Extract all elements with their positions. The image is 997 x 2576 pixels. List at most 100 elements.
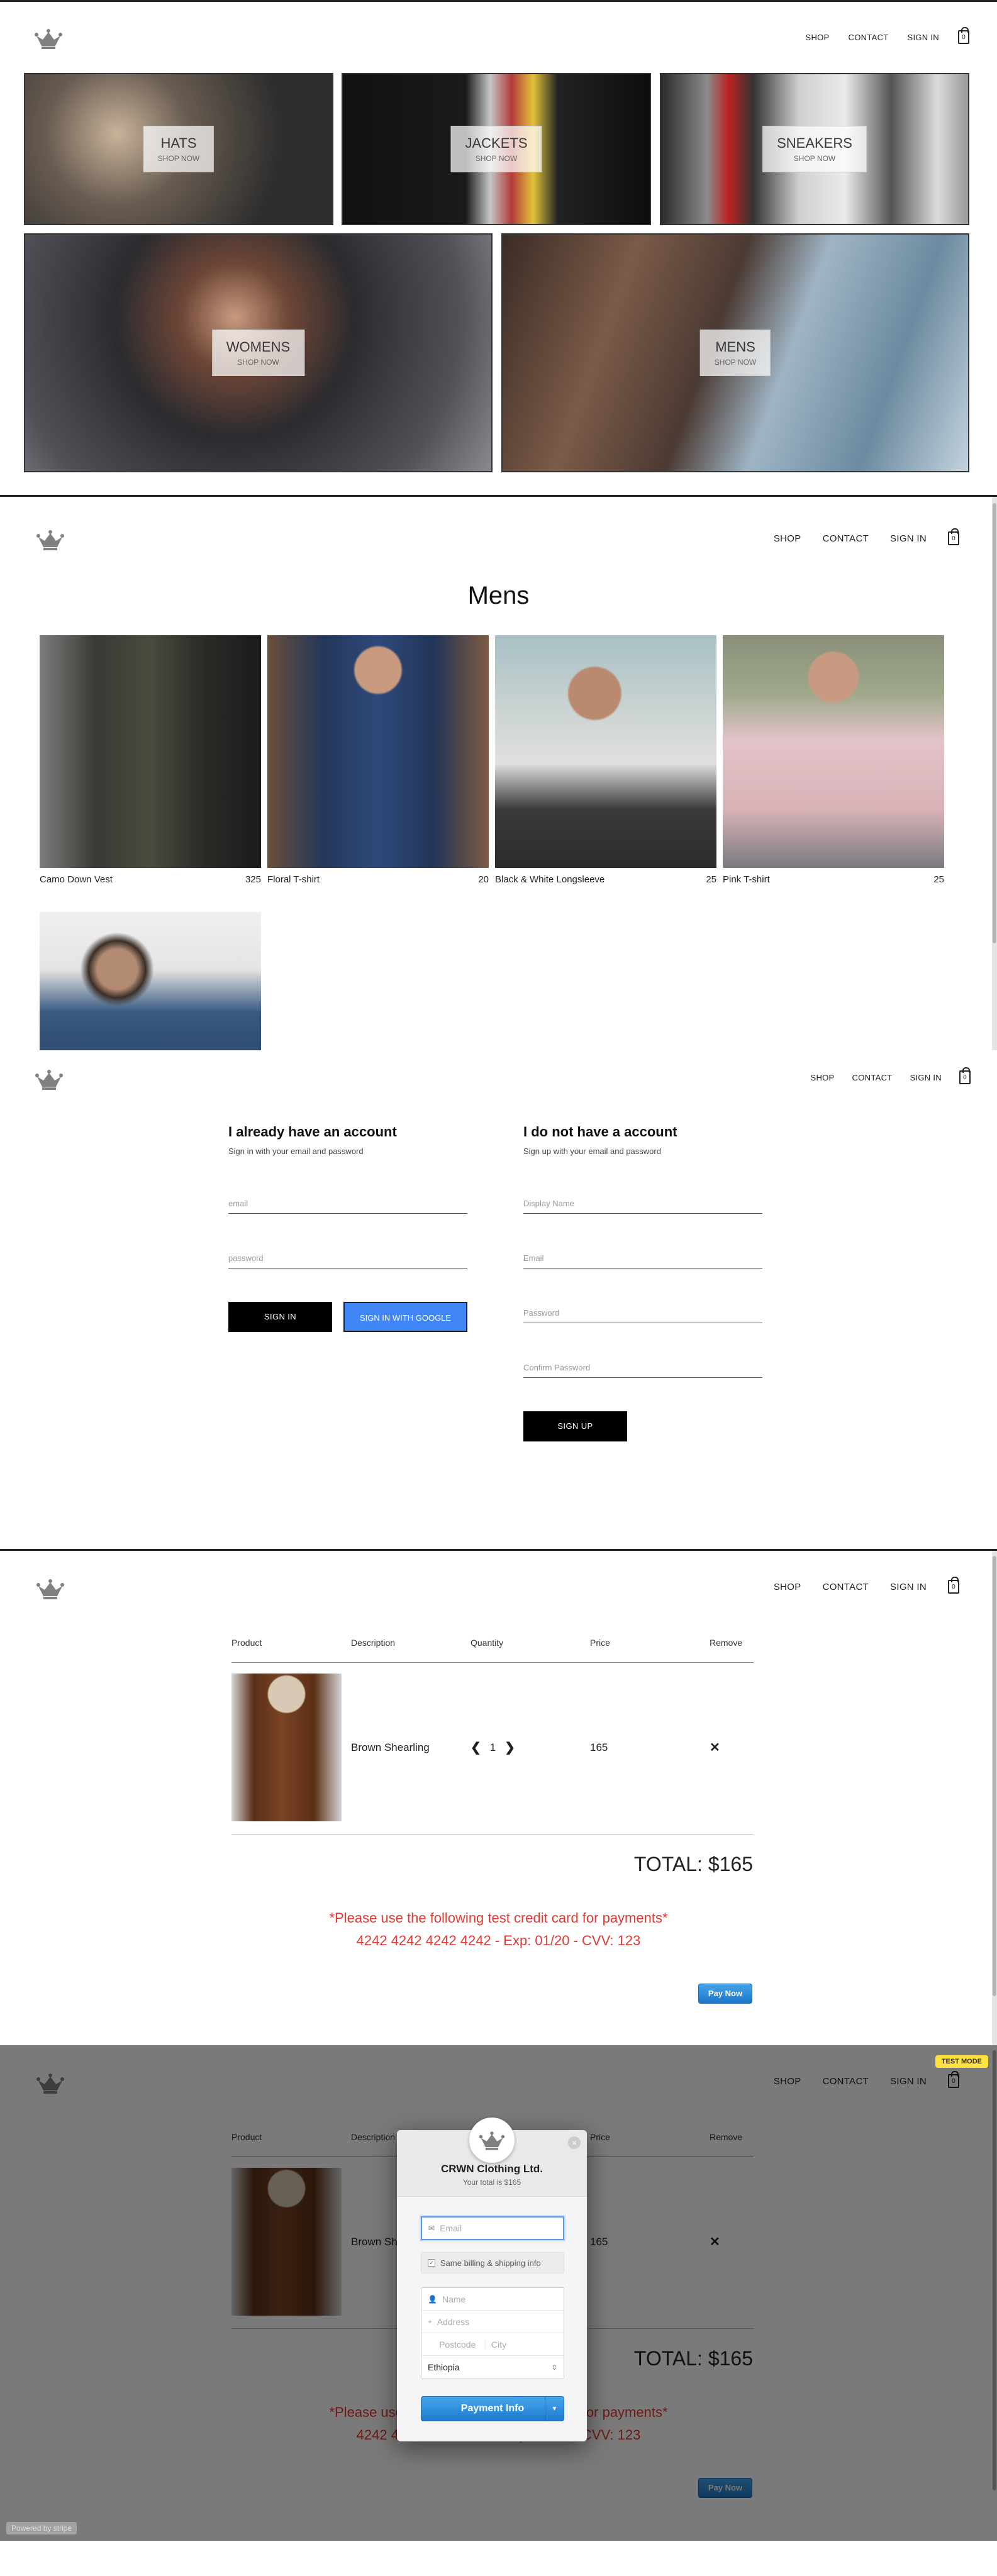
- stripe-city-input[interactable]: City: [491, 2340, 506, 2350]
- nav-signin-link[interactable]: SIGN IN: [890, 1582, 927, 1592]
- nav-contact-link[interactable]: CONTACT: [823, 1582, 869, 1592]
- signup-password-field[interactable]: Password: [523, 1308, 762, 1323]
- test-mode-badge: TEST MODE: [935, 2055, 988, 2068]
- scrollbar[interactable]: [992, 2045, 997, 2541]
- product-meta: Black & White Longsleeve 25: [495, 874, 716, 885]
- directory-tile-mens[interactable]: MENS SHOP NOW: [501, 233, 969, 472]
- product-card[interactable]: Pink T-shirt 25: [723, 635, 944, 885]
- payment-info-label: Payment Info: [460, 2403, 525, 2414]
- scrollbar-thumb[interactable]: [993, 2050, 996, 2490]
- google-signin-button[interactable]: SIGN IN WITH GOOGLE: [343, 1302, 467, 1332]
- item-divider: [231, 1834, 754, 1835]
- crown-logo-icon[interactable]: [35, 527, 66, 552]
- confirm-password-field[interactable]: Confirm Password: [523, 1363, 762, 1378]
- shopping-bag-icon[interactable]: 0: [948, 1577, 959, 1594]
- tile-subtitle: SHOP NOW: [714, 358, 757, 367]
- signup-button[interactable]: SIGN UP: [523, 1411, 627, 1441]
- signin-password-field[interactable]: password: [228, 1253, 467, 1269]
- tile-label: SNEAKERS SHOP NOW: [762, 126, 867, 172]
- remove-icon[interactable]: ✕: [710, 1740, 720, 1755]
- shopping-bag-icon[interactable]: 0: [958, 27, 969, 44]
- product-card[interactable]: Floral T-shirt 20: [267, 635, 489, 885]
- stripe-checkout-screen: SHOP CONTACT SIGN IN 0 Product Descripti…: [0, 2045, 997, 2541]
- directory-tile-womens[interactable]: WOMENS SHOP NOW: [24, 233, 493, 472]
- nav-shop-link[interactable]: SHOP: [810, 1073, 834, 1082]
- signup-heading: I do not have a account: [523, 1124, 677, 1140]
- tile-subtitle: SHOP NOW: [237, 358, 279, 367]
- nav-contact-link[interactable]: CONTACT: [852, 1073, 893, 1082]
- country-select[interactable]: Ethiopia ⇕: [421, 2356, 564, 2379]
- scrollbar-thumb[interactable]: [993, 1556, 996, 1996]
- stripe-modal: × CRWN Clothing Ltd. Your total is $165 …: [397, 2118, 587, 2441]
- product-price: 325: [245, 874, 261, 885]
- user-icon: 👤: [428, 2294, 437, 2304]
- header-nav: SHOP CONTACT SIGN IN 0: [774, 528, 959, 545]
- product-card[interactable]: [40, 912, 261, 1050]
- company-name: CRWN Clothing Ltd.: [440, 2163, 543, 2175]
- stripe-address-input[interactable]: ⌖ Address: [421, 2311, 564, 2333]
- crown-logo-icon[interactable]: [35, 1576, 66, 1601]
- display-name-field[interactable]: Display Name: [523, 1199, 762, 1214]
- nav-contact-link[interactable]: CONTACT: [823, 533, 869, 544]
- nav-signin-link[interactable]: SIGN IN: [890, 533, 927, 544]
- tile-label: JACKETS SHOP NOW: [450, 126, 542, 172]
- product-name: Floral T-shirt: [267, 874, 320, 885]
- header-nav: SHOP CONTACT SIGN IN 0: [805, 27, 969, 44]
- total-subtitle: Your total is $165: [462, 2178, 521, 2187]
- item-quantity: ❮ 1 ❯: [471, 1740, 590, 1755]
- checkout-screen: SHOP CONTACT SIGN IN 0 Product Descripti…: [0, 1551, 997, 2045]
- product-image: [495, 635, 716, 868]
- tile-label: WOMENS SHOP NOW: [211, 330, 305, 376]
- signin-email-field[interactable]: email: [228, 1199, 467, 1214]
- cart-count: 0: [952, 535, 955, 542]
- product-meta: Camo Down Vest 325: [40, 874, 261, 885]
- item-image: [231, 1674, 342, 1821]
- close-icon[interactable]: ×: [568, 2136, 581, 2149]
- nav-signin-link[interactable]: SIGN IN: [910, 1073, 942, 1082]
- scrollbar[interactable]: [992, 497, 997, 1050]
- signup-email-field[interactable]: Email: [523, 1253, 762, 1269]
- item-description: Brown Shearling: [351, 1741, 430, 1753]
- chevron-left-icon[interactable]: ❮: [471, 1740, 481, 1755]
- stripe-email-input[interactable]: ✉ Email: [421, 2216, 564, 2240]
- cart-count: 0: [952, 1584, 955, 1591]
- header-remove: Remove: [710, 1638, 743, 1648]
- product-card[interactable]: Camo Down Vest 325: [40, 635, 261, 885]
- warning-line-1: *Please use the following test credit ca…: [329, 1910, 668, 1926]
- same-billing-checkbox[interactable]: ✓ Same billing & shipping info: [421, 2252, 564, 2273]
- nav-shop-link[interactable]: SHOP: [774, 533, 801, 544]
- scrollbar[interactable]: [992, 1551, 997, 2045]
- product-card[interactable]: Black & White Longsleeve 25: [495, 635, 716, 885]
- nav-shop-link[interactable]: SHOP: [774, 1582, 801, 1592]
- auth-screen: SHOP CONTACT SIGN IN 0 I already have an…: [0, 1050, 997, 1550]
- product-image: [40, 912, 261, 1050]
- product-name: Black & White Longsleeve: [495, 874, 605, 885]
- nav-contact-link[interactable]: CONTACT: [849, 33, 889, 42]
- signin-button[interactable]: SIGN IN: [228, 1302, 332, 1332]
- signup-section: I do not have a account Sign up with you…: [523, 1124, 677, 1156]
- shopping-bag-icon[interactable]: 0: [959, 1067, 971, 1084]
- modal-logo: [469, 2118, 515, 2163]
- chevron-down-icon: ▼: [545, 2397, 564, 2421]
- nav-shop-link[interactable]: SHOP: [805, 33, 829, 42]
- directory-tile-jackets[interactable]: JACKETS SHOP NOW: [342, 73, 651, 225]
- payment-info-button[interactable]: Payment Info ▼: [421, 2396, 564, 2421]
- product-meta: Floral T-shirt 20: [267, 874, 489, 885]
- crown-logo-icon[interactable]: [33, 26, 64, 51]
- pay-now-button[interactable]: Pay Now: [698, 1984, 752, 2004]
- stripe-postcode-input[interactable]: Postcode: [439, 2339, 486, 2350]
- directory-tile-hats[interactable]: HATS SHOP NOW: [24, 73, 333, 225]
- chevron-right-icon[interactable]: ❯: [504, 1740, 515, 1755]
- address-group: 👤 Name ⌖ Address Postcode City Ethiopia ⇕: [421, 2287, 564, 2379]
- product-name: Camo Down Vest: [40, 874, 113, 885]
- warning-line-2: 4242 4242 4242 4242 - Exp: 01/20 - CVV: …: [356, 1933, 641, 1948]
- directory-tile-sneakers[interactable]: SNEAKERS SHOP NOW: [660, 73, 969, 225]
- scrollbar-thumb[interactable]: [993, 503, 996, 943]
- tile-title: WOMENS: [226, 339, 291, 355]
- nav-signin-link[interactable]: SIGN IN: [908, 33, 940, 42]
- stripe-name-input[interactable]: 👤 Name: [421, 2288, 564, 2311]
- crown-logo-icon[interactable]: [33, 1067, 65, 1092]
- shopping-bag-icon[interactable]: 0: [948, 528, 959, 545]
- signin-section: I already have an account Sign in with y…: [228, 1124, 397, 1156]
- stripe-badge: Powered by stripe: [6, 2522, 77, 2534]
